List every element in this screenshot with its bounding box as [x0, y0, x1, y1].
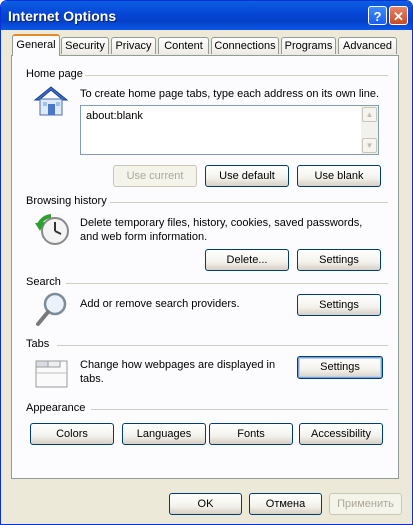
tab-programs[interactable]: Programs	[281, 37, 336, 54]
tabs-description: Change how webpages are displayed in tab…	[80, 359, 276, 385]
appearance-divider	[91, 409, 388, 410]
house-icon	[33, 86, 69, 116]
fonts-button[interactable]: Fonts	[209, 423, 293, 445]
tab-connections[interactable]: Connections	[211, 37, 279, 54]
colors-button[interactable]: Colors	[30, 423, 114, 445]
home-page-address-field[interactable]: about:blank ▲ ▼	[80, 105, 379, 155]
help-icon: ?	[373, 9, 382, 24]
search-description: Add or remove search providers.	[80, 298, 240, 310]
search-section-label: Search	[26, 276, 61, 288]
apply-button[interactable]: Применить	[329, 493, 402, 515]
tab-advanced[interactable]: Advanced	[338, 37, 397, 54]
browsing-history-section-label: Browsing history	[26, 195, 107, 207]
tab-privacy[interactable]: Privacy	[111, 37, 156, 54]
appearance-section-label: Appearance	[26, 402, 86, 414]
use-current-button[interactable]: Use current	[113, 165, 197, 187]
accessibility-button[interactable]: Accessibility	[299, 423, 383, 445]
address-scrollbar[interactable]: ▲ ▼	[361, 106, 378, 154]
close-button[interactable]: ✕	[389, 6, 408, 25]
title-bar[interactable]: Internet Options ? ✕	[1, 1, 412, 30]
tab-content[interactable]: Content	[158, 37, 209, 54]
history-clock-icon	[35, 214, 69, 245]
window-title: Internet Options	[8, 8, 117, 24]
delete-history-button[interactable]: Delete...	[205, 249, 289, 271]
help-button[interactable]: ?	[368, 6, 387, 25]
search-settings-button[interactable]: Settings	[297, 294, 381, 316]
tabs-divider	[57, 345, 388, 346]
home-page-section-label: Home page	[26, 68, 83, 80]
scroll-down-icon[interactable]: ▼	[362, 138, 377, 153]
languages-button[interactable]: Languages	[122, 423, 206, 445]
home-page-address-value: about:blank	[86, 110, 143, 122]
tab-general[interactable]: General	[12, 34, 60, 56]
internet-options-window: Internet Options ? ✕ General Security Pr…	[0, 0, 413, 525]
home-page-divider	[85, 75, 388, 76]
use-default-button[interactable]: Use default	[205, 165, 289, 187]
tabs-settings-button[interactable]: Settings	[297, 356, 383, 379]
tab-security[interactable]: Security	[61, 37, 109, 54]
ok-button[interactable]: OK	[169, 493, 242, 515]
tabbed-window-icon	[35, 360, 68, 388]
scroll-up-icon[interactable]: ▲	[362, 107, 377, 122]
search-divider	[66, 283, 388, 284]
cancel-button[interactable]: Отмена	[249, 493, 322, 515]
browsing-history-description: Delete temporary files, history, cookies…	[80, 217, 363, 243]
magnifier-icon	[36, 292, 67, 326]
close-icon: ✕	[393, 9, 404, 24]
browsing-history-divider	[110, 202, 388, 203]
use-blank-button[interactable]: Use blank	[297, 165, 381, 187]
tabs-section-label: Tabs	[26, 338, 50, 350]
history-settings-button[interactable]: Settings	[297, 249, 381, 271]
home-page-description: To create home page tabs, type each addr…	[80, 88, 380, 100]
